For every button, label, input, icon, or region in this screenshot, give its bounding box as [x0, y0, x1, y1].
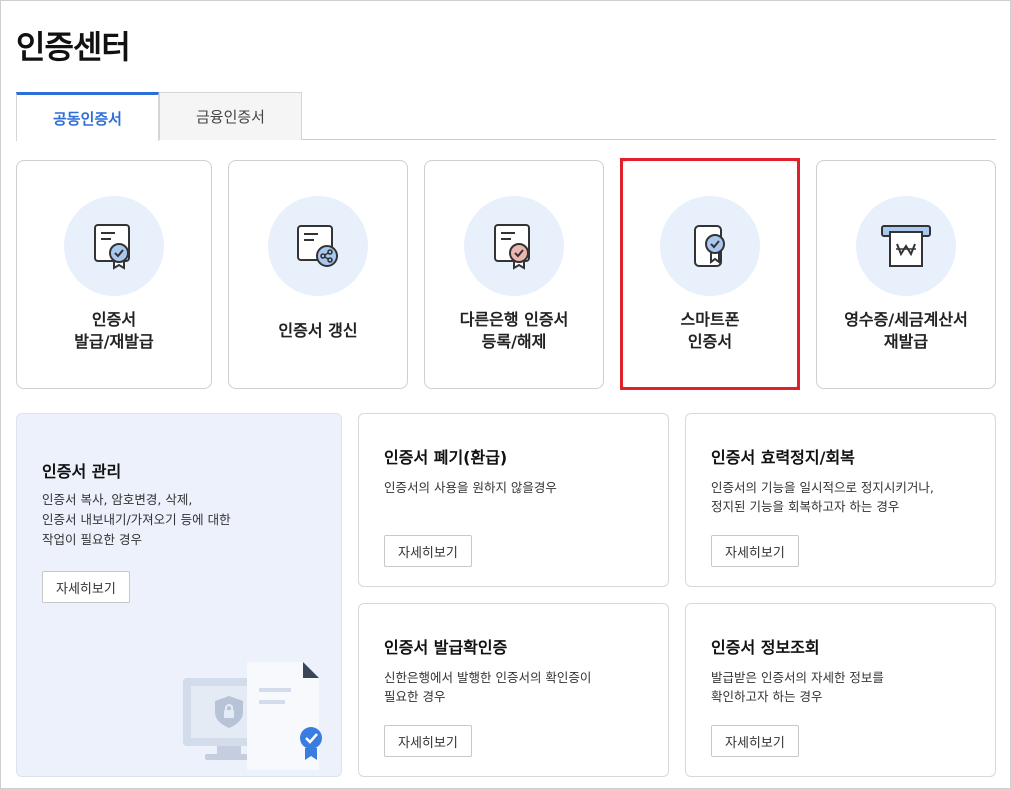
icon-circle	[660, 196, 760, 296]
card-certificate-info: 인증서 정보조회 발급받은 인증서의 자세한 정보를 확인하고자 하는 경우 자…	[685, 603, 996, 777]
card-label: 스마트폰 인증서	[680, 310, 740, 351]
card-issue-certificate[interactable]: 인증서 발급/재발급	[16, 160, 212, 389]
icon-circle	[64, 196, 164, 296]
revoke-title: 인증서 폐기(환급)	[384, 448, 508, 467]
certificate-register-icon	[494, 224, 530, 270]
manage-description: 인증서 복사, 암호변경, 삭제, 인증서 내보내기/가져오기 등에 대한 작업…	[42, 492, 231, 547]
manage-detail-button[interactable]: 자세히보기	[42, 571, 130, 603]
icon-circle	[268, 196, 368, 296]
manage-title: 인증서 관리	[42, 462, 122, 481]
card-smartphone-certificate[interactable]: 스마트폰 인증서	[620, 160, 800, 389]
suspend-detail-button[interactable]: 자세히보기	[711, 535, 799, 567]
certificate-manage-panel: 인증서 관리 인증서 복사, 암호변경, 삭제, 인증서 내보내기/가져오기 등…	[16, 413, 342, 777]
page-title: 인증센터	[16, 28, 131, 66]
confirmation-detail-button[interactable]: 자세히보기	[384, 725, 472, 757]
info-detail-button[interactable]: 자세히보기	[711, 725, 799, 757]
info-title: 인증서 정보조회	[711, 638, 820, 657]
card-label: 인증서 갱신	[278, 321, 358, 340]
certificate-check-icon	[94, 224, 130, 270]
confirmation-description: 신한은행에서 발행한 인증서의 확인증이 필요한 경우	[384, 670, 592, 704]
card-receipt-reissue[interactable]: 영수증/세금계산서 재발급	[816, 160, 996, 389]
confirmation-title: 인증서 발급확인증	[384, 638, 508, 657]
card-label: 다른은행 인증서 등록/해제	[459, 310, 569, 351]
info-description: 발급받은 인증서의 자세한 정보를 확인하고자 하는 경우	[711, 670, 884, 704]
icon-circle	[464, 196, 564, 296]
security-document-illustration	[183, 662, 322, 770]
card-other-bank-certificate[interactable]: 다른은행 인증서 등록/해제	[424, 160, 604, 389]
suspend-description: 인증서의 기능을 일시적으로 정지시키거나, 정지된 기능을 회복하고자 하는 …	[711, 480, 934, 514]
tab-bar: 공동인증서 금융인증서	[16, 92, 996, 141]
card-renew-certificate[interactable]: 인증서 갱신	[228, 160, 408, 389]
card-suspend-certificate: 인증서 효력정지/회복 인증서의 기능을 일시적으로 정지시키거나, 정지된 기…	[685, 413, 996, 587]
revoke-description: 인증서의 사용을 원하지 않을경우	[384, 480, 557, 495]
suspend-title: 인증서 효력정지/회복	[711, 448, 855, 467]
certificate-renew-icon	[297, 225, 338, 267]
icon-circle	[856, 196, 956, 296]
revoke-detail-button[interactable]: 자세히보기	[384, 535, 472, 567]
card-issuance-confirmation: 인증서 발급확인증 신한은행에서 발행한 인증서의 확인증이 필요한 경우 자세…	[358, 603, 669, 777]
card-revoke-certificate: 인증서 폐기(환급) 인증서의 사용을 원하지 않을경우 자세히보기	[358, 413, 669, 587]
card-label: 영수증/세금계산서 재발급	[844, 310, 968, 351]
smartphone-certificate-icon	[694, 225, 725, 267]
tab-joint-certificate[interactable]: 공동인증서	[16, 92, 159, 141]
receipt-won-icon	[881, 225, 931, 267]
card-label: 인증서 발급/재발급	[74, 310, 154, 351]
tab-financial-certificate[interactable]: 금융인증서	[159, 92, 302, 140]
